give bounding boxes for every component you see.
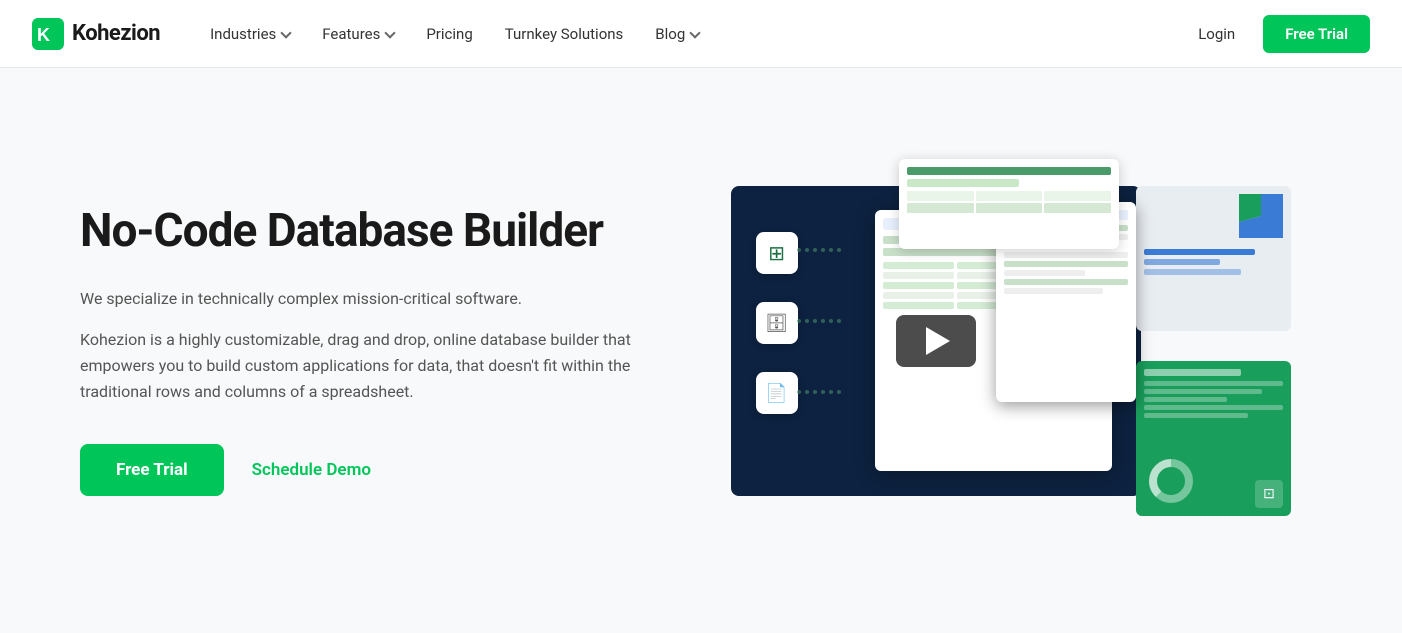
logo-icon: K [32, 18, 64, 50]
br-row-3 [1144, 397, 1227, 402]
features-chevron-icon [385, 27, 396, 38]
document-icon-box: 📄 [756, 372, 798, 414]
excel-icon: ⊞ [768, 241, 785, 265]
nav-blog-label: Blog [655, 25, 685, 43]
grid-cell-3 [1044, 191, 1111, 201]
top-right-panel [1136, 186, 1291, 331]
login-link[interactable]: Login [1186, 17, 1247, 51]
br-title-bar [1144, 369, 1241, 376]
nav-features[interactable]: Features [308, 17, 408, 51]
logo-link[interactable]: K Kohezion [32, 18, 160, 50]
hero-title: No-Code Database Builder [80, 205, 640, 258]
grid-cell-1 [907, 191, 974, 201]
top-overlay-bar-2 [907, 179, 1019, 187]
top-overlay-bar-1 [907, 167, 1111, 175]
grid-cell-6 [1044, 203, 1111, 213]
grid-cell-2 [976, 191, 1043, 201]
database-icon: 🗄 [765, 313, 788, 334]
nav-links: Industries Features Pricing Turnkey Solu… [196, 17, 1186, 51]
top-right-content [1136, 186, 1291, 331]
document-icon: 📄 [765, 383, 787, 404]
dots-line-2 [797, 319, 871, 323]
bottom-right-panel: ⊡ [1136, 361, 1291, 516]
hero-content: No-Code Database Builder We specialize i… [80, 205, 640, 496]
hero-actions: Free Trial Schedule Demo [80, 444, 640, 496]
dots-line-1 [797, 248, 871, 252]
visual-container: ⊞ 🗄 📄 [731, 186, 1291, 516]
overlay-row-4 [1004, 252, 1128, 258]
svg-text:K: K [37, 25, 50, 45]
bottom-right-content: ⊡ [1136, 361, 1291, 516]
overlay-row-6 [1004, 270, 1085, 276]
logo-text: Kohezion [72, 21, 160, 46]
nav-industries[interactable]: Industries [196, 17, 304, 51]
free-trial-hero-button[interactable]: Free Trial [80, 444, 224, 496]
overlay-row-7 [1004, 279, 1128, 285]
excel-icon-box: ⊞ [756, 232, 798, 274]
video-play-button[interactable] [896, 315, 976, 367]
flow-icons: ⊞ 🗄 📄 [756, 232, 798, 414]
nav-pricing[interactable]: Pricing [412, 17, 486, 51]
database-icon-box: 🗄 [756, 302, 798, 344]
top-overlay-grid [907, 191, 1111, 213]
nav-turnkey[interactable]: Turnkey Solutions [491, 17, 638, 51]
hero-description: Kohezion is a highly customizable, drag … [80, 327, 640, 404]
overlay-row-8 [1004, 288, 1103, 294]
br-donut-chart [1146, 456, 1196, 506]
hero-visual: ⊞ 🗄 📄 [700, 186, 1322, 516]
overlay-row-5 [1004, 261, 1128, 267]
nav-industries-label: Industries [210, 25, 276, 43]
pie-chart [1239, 194, 1283, 238]
navigation: K Kohezion Industries Features Pricing T… [0, 0, 1402, 68]
br-row-4 [1144, 405, 1283, 410]
top-overlay-panel [899, 159, 1119, 249]
dots-line-3 [797, 390, 871, 394]
schedule-demo-button[interactable]: Schedule Demo [252, 460, 371, 480]
br-row-1 [1144, 381, 1283, 386]
nav-blog[interactable]: Blog [641, 17, 713, 51]
br-row-2 [1144, 389, 1262, 394]
blog-chevron-icon [690, 27, 701, 38]
nav-turnkey-label: Turnkey Solutions [505, 25, 624, 43]
br-icon: ⊡ [1255, 480, 1283, 508]
nav-features-label: Features [322, 25, 380, 43]
br-row-5 [1144, 413, 1248, 418]
nav-pricing-label: Pricing [426, 25, 472, 43]
nav-right: Login Free Trial [1186, 15, 1370, 53]
grid-cell-4 [907, 203, 974, 213]
hero-subtitle: We specialize in technically complex mis… [80, 286, 620, 312]
grid-cell-5 [976, 203, 1043, 213]
free-trial-nav-button[interactable]: Free Trial [1263, 15, 1370, 53]
play-triangle-icon [926, 327, 950, 355]
industries-chevron-icon [281, 27, 292, 38]
hero-section: No-Code Database Builder We specialize i… [0, 68, 1402, 633]
